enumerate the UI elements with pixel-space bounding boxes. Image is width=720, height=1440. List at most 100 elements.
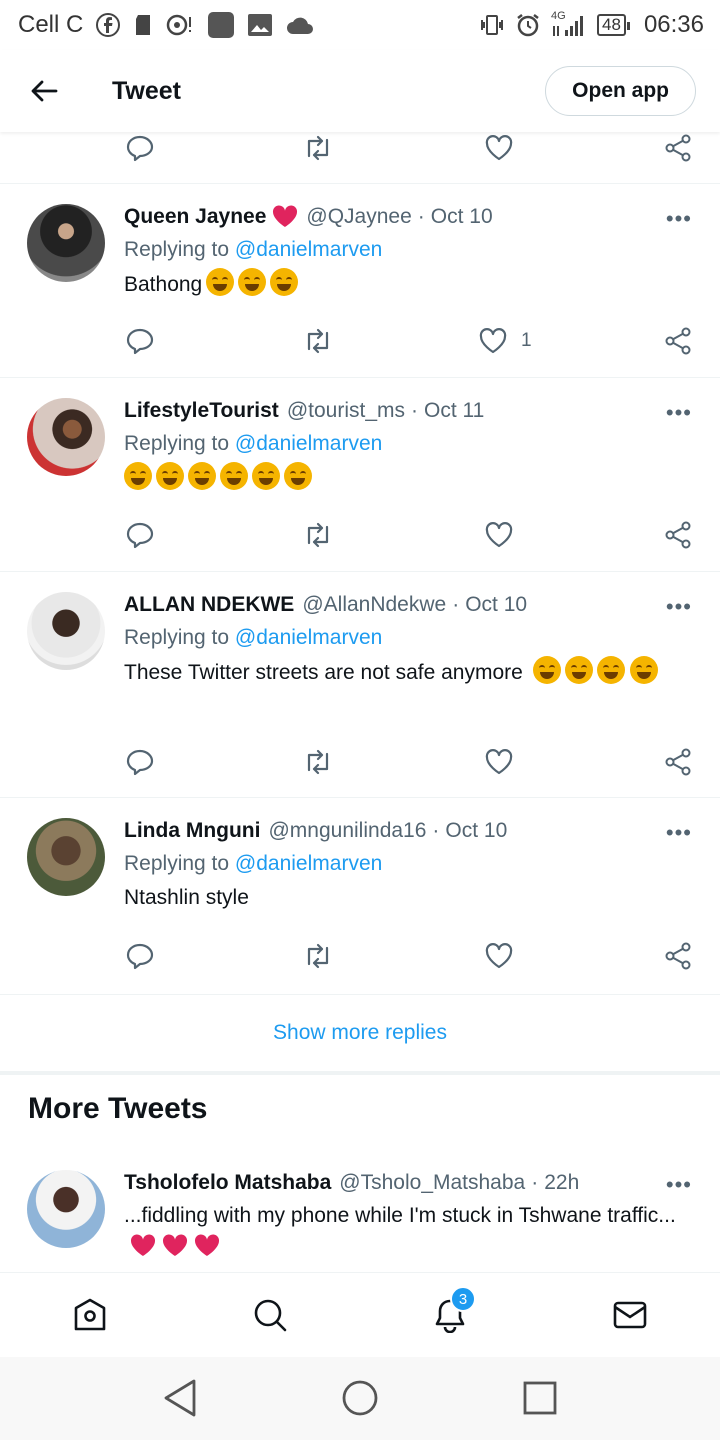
- share-icon: [665, 942, 691, 970]
- avatar[interactable]: [27, 592, 105, 670]
- author-handle[interactable]: @mngunilinda16: [268, 819, 426, 843]
- avatar[interactable]: [27, 204, 105, 282]
- reply-tweet[interactable]: LifestyleTourist @tourist_ms · Oct 11 Re…: [0, 378, 720, 571]
- triangle-back-icon: [164, 1379, 196, 1417]
- more-options-icon[interactable]: •••: [666, 820, 692, 846]
- more-options-icon[interactable]: •••: [666, 594, 692, 620]
- suggested-tweet[interactable]: Tsholofelo Matshaba @Tsholo_Matshaba · 2…: [0, 1162, 720, 1272]
- reply-tweet[interactable]: Linda Mnguni @mngunilinda16 · Oct 10 Rep…: [0, 798, 720, 991]
- rofl-emoji-icon: [220, 462, 248, 490]
- mention-link[interactable]: @danielmarven: [235, 238, 382, 261]
- like-button[interactable]: [485, 749, 513, 775]
- tweet-text: ...fiddling with my phone while I'm stuc…: [124, 1200, 696, 1264]
- share-button[interactable]: [664, 942, 692, 970]
- like-button[interactable]: [485, 522, 513, 548]
- reply-tweet[interactable]: Queen Jaynee @QJaynee · Oct 10 Replying …: [0, 184, 720, 377]
- signal-icon: 4G: [551, 10, 587, 38]
- reply-icon: [126, 749, 154, 776]
- like-button[interactable]: [485, 943, 513, 969]
- tweet-text-content: ...fiddling with my phone while I'm stuc…: [124, 1204, 676, 1227]
- author-name[interactable]: Linda Mnguni: [124, 819, 260, 843]
- share-button[interactable]: [664, 327, 692, 355]
- search-tab[interactable]: [250, 1295, 290, 1335]
- share-icon: [665, 748, 691, 776]
- back-button[interactable]: [24, 71, 64, 111]
- more-options-icon[interactable]: •••: [666, 206, 692, 232]
- mention-link[interactable]: @danielmarven: [235, 626, 382, 649]
- arrow-left-icon: [31, 80, 58, 102]
- system-recents-button[interactable]: [519, 1377, 561, 1419]
- author-handle[interactable]: @QJaynee: [306, 205, 411, 229]
- share-button[interactable]: [664, 134, 692, 162]
- author-name[interactable]: Queen Jaynee: [124, 205, 266, 229]
- share-button[interactable]: [664, 521, 692, 549]
- tweet-time[interactable]: Oct 11: [424, 399, 484, 423]
- author-name[interactable]: LifestyleTourist: [124, 399, 279, 423]
- tweet-text: [124, 462, 696, 495]
- avatar[interactable]: [27, 1170, 105, 1248]
- reply-icon: [126, 522, 154, 549]
- author-handle[interactable]: @AllanNdekwe: [302, 593, 446, 617]
- red-heart-emoji-icon: [130, 1234, 156, 1256]
- facebook-icon: [95, 12, 121, 38]
- more-tweets-heading: More Tweets: [28, 1092, 208, 1125]
- rofl-emoji-icon: [124, 462, 152, 490]
- share-button[interactable]: [664, 748, 692, 776]
- retweet-button[interactable]: [303, 522, 333, 548]
- heart-icon: [485, 135, 513, 161]
- rofl-emoji-icon: [596, 656, 625, 684]
- reply-tweet[interactable]: ALLAN NDEKWE @AllanNdekwe · Oct 10 Reply…: [0, 572, 720, 797]
- retweet-icon: [307, 943, 329, 969]
- reply-button[interactable]: [126, 327, 154, 355]
- heart-icon: [479, 328, 507, 354]
- envelope-icon: [613, 1301, 647, 1329]
- avatar[interactable]: [27, 398, 105, 476]
- more-options-icon[interactable]: •••: [666, 400, 692, 426]
- retweet-button[interactable]: [303, 135, 333, 161]
- tweet-text: These Twitter streets are not safe anymo…: [124, 656, 696, 689]
- search-icon: [254, 1299, 287, 1332]
- more-options-icon[interactable]: •••: [666, 1172, 692, 1198]
- section-divider: [0, 1071, 720, 1075]
- replying-to: Replying to @danielmarven: [124, 852, 696, 876]
- share-icon: [665, 134, 691, 162]
- retweet-icon: [307, 328, 329, 354]
- home-tab[interactable]: [70, 1295, 110, 1335]
- like-count: 1: [521, 330, 532, 351]
- notification-badge: 3: [450, 1286, 476, 1312]
- tweet-time[interactable]: Oct 10: [465, 593, 527, 617]
- retweet-button[interactable]: [303, 749, 333, 775]
- rofl-emoji-icon: [630, 656, 659, 684]
- mention-link[interactable]: @danielmarven: [235, 852, 382, 875]
- reply-button[interactable]: [126, 748, 154, 776]
- reply-button[interactable]: [126, 134, 154, 162]
- retweet-icon: [307, 749, 329, 775]
- author-handle[interactable]: @Tsholo_Matshaba: [339, 1171, 525, 1195]
- retweet-button[interactable]: [303, 943, 333, 969]
- author-name[interactable]: ALLAN NDEKWE: [124, 593, 294, 617]
- reply-button[interactable]: [126, 521, 154, 549]
- mention-link[interactable]: @danielmarven: [235, 432, 382, 455]
- system-back-button[interactable]: [159, 1377, 201, 1419]
- like-button[interactable]: [485, 135, 513, 161]
- retweet-button[interactable]: [303, 328, 333, 354]
- author-handle[interactable]: @tourist_ms: [287, 399, 405, 423]
- open-app-button[interactable]: Open app: [545, 66, 696, 116]
- reply-icon: [126, 135, 154, 162]
- reply-button[interactable]: [126, 942, 154, 970]
- tweet-text-content: Bathong: [124, 273, 203, 296]
- page-title: Tweet: [112, 76, 181, 105]
- author-name[interactable]: Tsholofelo Matshaba: [124, 1171, 331, 1195]
- like-button[interactable]: 1: [479, 328, 532, 354]
- avatar[interactable]: [27, 818, 105, 896]
- heart-icon: [485, 522, 513, 548]
- laughing-emoji-icon: [206, 268, 235, 296]
- show-more-replies-button[interactable]: Show more replies: [0, 996, 720, 1070]
- replying-to: Replying to @danielmarven: [124, 238, 696, 262]
- replying-label: Replying to: [124, 238, 230, 261]
- tweet-time[interactable]: Oct 10: [445, 819, 507, 843]
- messages-tab[interactable]: [610, 1295, 650, 1335]
- tweet-time[interactable]: Oct 10: [431, 205, 493, 229]
- system-home-button[interactable]: [339, 1377, 381, 1419]
- tweet-time[interactable]: 22h: [544, 1171, 579, 1195]
